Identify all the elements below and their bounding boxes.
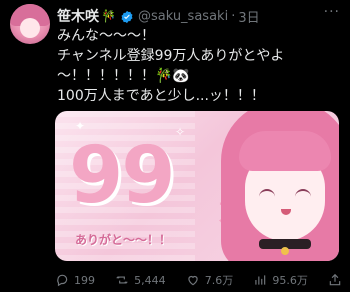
sparkle-icon: ✧ [175,125,186,139]
author-name-emoji: 🎋 [101,9,116,23]
retweet-button[interactable]: 5,444 [115,273,166,287]
author-name[interactable]: 笹木咲 [57,6,99,26]
header-separator: · [231,8,236,24]
retweet-count: 5,444 [134,273,166,287]
share-button[interactable] [328,273,342,287]
heart-icon [188,275,198,286]
tweet-timestamp[interactable]: 3日 [238,7,259,26]
tweet-text-line: 100万人まであと少し...ッ！！！ [57,88,265,104]
like-count: 7.6万 [204,274,234,287]
more-options-icon[interactable]: ··· [324,4,340,20]
tweet-media-image[interactable]: ✦ ✧ 99 万人 ありがと〜〜！！ [55,111,339,261]
reply-icon [57,274,68,287]
tweet-header: 笹木咲 🎋 @saku_sasaki · 3日 [57,6,340,26]
share-icon [329,273,341,286]
media-big-number: 99 [69,131,176,221]
character-bell [281,247,289,255]
views-button[interactable]: 95.6万 [253,272,308,288]
reply-button[interactable]: 199 [55,273,95,287]
author-handle[interactable]: @saku_sasaki [138,9,228,24]
avatar-face [20,18,40,38]
tweet-text: みんな〜〜〜！ チャンネル登録99万人ありがとやよ 〜！！！！！！🎋🐼 100万… [57,26,338,106]
tweet-text-line: みんな〜〜〜！ [57,28,155,44]
view-count: 95.6万 [272,274,308,287]
reply-count: 199 [74,273,95,287]
media-caption: ありがと〜〜！！ [75,233,172,247]
tweet-text-line: チャンネル登録99万人ありがとやよ [57,48,285,64]
retweet-icon [116,276,128,284]
tweet-text-line: 〜！！！！！！🎋🐼 [57,68,190,84]
analytics-icon [255,275,266,285]
tweet-actions: 199 5,444 7.6万 95.6万 [55,271,342,289]
author-avatar[interactable] [10,4,50,44]
character-bangs [239,131,331,171]
like-button[interactable]: 7.6万 [186,272,234,288]
verified-badge-icon [120,9,134,24]
